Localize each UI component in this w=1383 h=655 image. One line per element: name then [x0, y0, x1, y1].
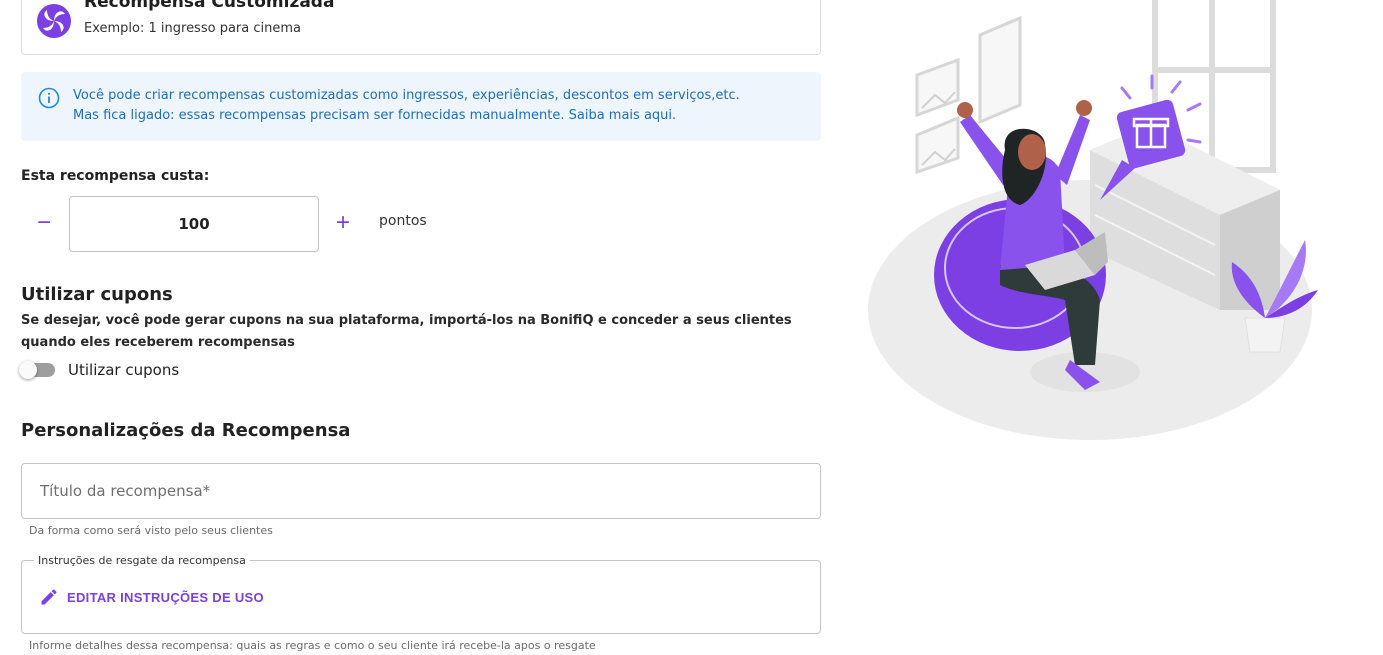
- decrease-points-button[interactable]: −: [31, 210, 57, 236]
- reward-title-input[interactable]: [21, 463, 821, 519]
- coupons-section-title: Utilizar cupons: [21, 284, 173, 305]
- info-text-line-1: Você pode criar recompensas customizadas…: [73, 88, 740, 103]
- reward-title: Recompensa Customizada: [84, 0, 335, 12]
- celebration-illustration: [868, 0, 1318, 440]
- instructions-helper: Informe detalhes dessa recompensa: quais…: [29, 639, 596, 652]
- reward-title-helper: Da forma como será visto pelo seus clien…: [29, 524, 273, 537]
- toggle-knob: [19, 361, 37, 379]
- cost-label: Esta recompensa custa:: [21, 168, 210, 184]
- reward-logo-icon: [37, 4, 71, 38]
- info-icon: [38, 87, 60, 109]
- edit-instructions-label: EDITAR INSTRUÇÕES DE USO: [67, 589, 264, 605]
- info-text-line-2[interactable]: Mas fica ligado: essas recompensas preci…: [73, 108, 676, 123]
- points-input[interactable]: [69, 196, 319, 252]
- points-unit-label: pontos: [379, 213, 427, 229]
- pencil-icon: [41, 589, 57, 605]
- reward-subtitle: Exemplo: 1 ingresso para cinema: [84, 21, 301, 36]
- instructions-legend: Instruções de resgate da recompensa: [34, 554, 250, 567]
- personalization-section-title: Personalizações da Recompensa: [21, 420, 351, 441]
- edit-instructions-button[interactable]: EDITAR INSTRUÇÕES DE USO: [39, 587, 264, 607]
- coupons-toggle-label[interactable]: Utilizar cupons: [68, 361, 179, 379]
- coupons-description: Se desejar, você pode gerar cupons na su…: [21, 313, 792, 350]
- coupons-toggle[interactable]: [19, 361, 57, 379]
- info-alert: Você pode criar recompensas customizadas…: [21, 72, 821, 141]
- increase-points-button[interactable]: +: [330, 210, 356, 236]
- reward-type-card[interactable]: Recompensa Customizada Exemplo: 1 ingres…: [21, 0, 821, 55]
